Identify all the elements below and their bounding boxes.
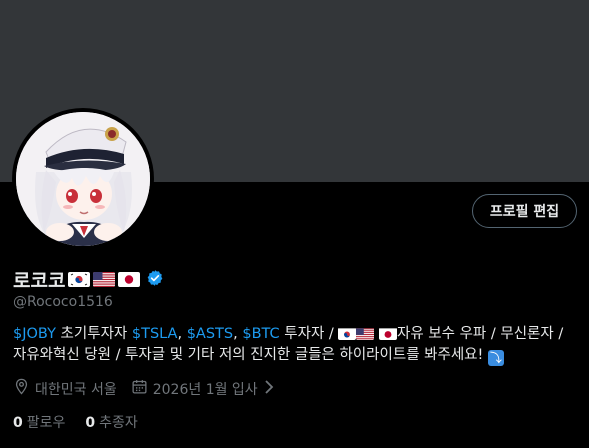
profile-bio: $JOBY 초기투자자 $TSLA, $ASTS, $BTC 투자자 / 자유 … <box>13 324 579 366</box>
location-pin-icon <box>13 378 30 399</box>
following-count: 0 <box>13 415 23 431</box>
joined-text: 2026년 1월 입사 <box>152 381 258 398</box>
cashtag-joby[interactable]: $JOBY <box>13 326 56 342</box>
followers-count: 0 <box>85 415 96 431</box>
avatar-ring <box>12 108 154 250</box>
display-name: 로코코 <box>13 270 66 292</box>
followers-label: 추종자 <box>99 415 138 431</box>
avatar-anime-girl-image <box>16 112 150 246</box>
korea-flag-icon <box>338 327 357 340</box>
bio-text: 투자자 / <box>279 326 339 342</box>
calendar-icon <box>131 378 148 399</box>
avatar[interactable] <box>16 112 150 246</box>
edit-profile-button[interactable]: 프로필 편집 <box>472 194 577 228</box>
cashtag-btc[interactable]: $BTC <box>242 326 279 342</box>
usa-flag-icon <box>356 327 375 340</box>
japan-flag-icon <box>118 272 141 287</box>
followers-link[interactable]: 0 추종자 <box>85 412 137 432</box>
following-label: 팔로우 <box>26 415 66 431</box>
profile-meta: 대한민국 서울 2026년 1월 입사 <box>13 378 289 399</box>
usa-flag-icon <box>93 272 116 287</box>
display-name-row: 로코코 <box>13 266 164 293</box>
cashtag-asts[interactable]: $ASTS <box>187 326 233 342</box>
chevron-right-icon <box>263 379 275 398</box>
bio-text: 자유 보수 우파 / 무신론자 / <box>397 326 564 342</box>
bio-text: , <box>233 326 243 342</box>
korea-flag-icon <box>68 272 91 287</box>
location-text: 대한민국 서울 <box>35 381 117 398</box>
location-item: 대한민국 서울 <box>13 378 117 399</box>
verified-badge-icon[interactable] <box>146 269 164 291</box>
joined-item[interactable]: 2026년 1월 입사 <box>131 378 275 399</box>
bio-text-line2: 자유와혁신 당원 / 투자글 및 기타 저의 진지한 글들은 하이라이트를 봐주… <box>13 347 488 363</box>
bio-text: , <box>177 326 187 342</box>
japan-flag-icon <box>379 327 397 340</box>
cashtag-tsla[interactable]: $TSLA <box>132 326 178 342</box>
user-handle: @Rococo1516 <box>13 294 113 310</box>
bio-text: 초기투자자 <box>55 326 132 342</box>
arrow-down-right-icon: ⤵ <box>487 350 504 366</box>
following-link[interactable]: 0 팔로우 <box>13 412 65 432</box>
follow-stats: 0 팔로우 0 추종자 <box>13 412 158 432</box>
